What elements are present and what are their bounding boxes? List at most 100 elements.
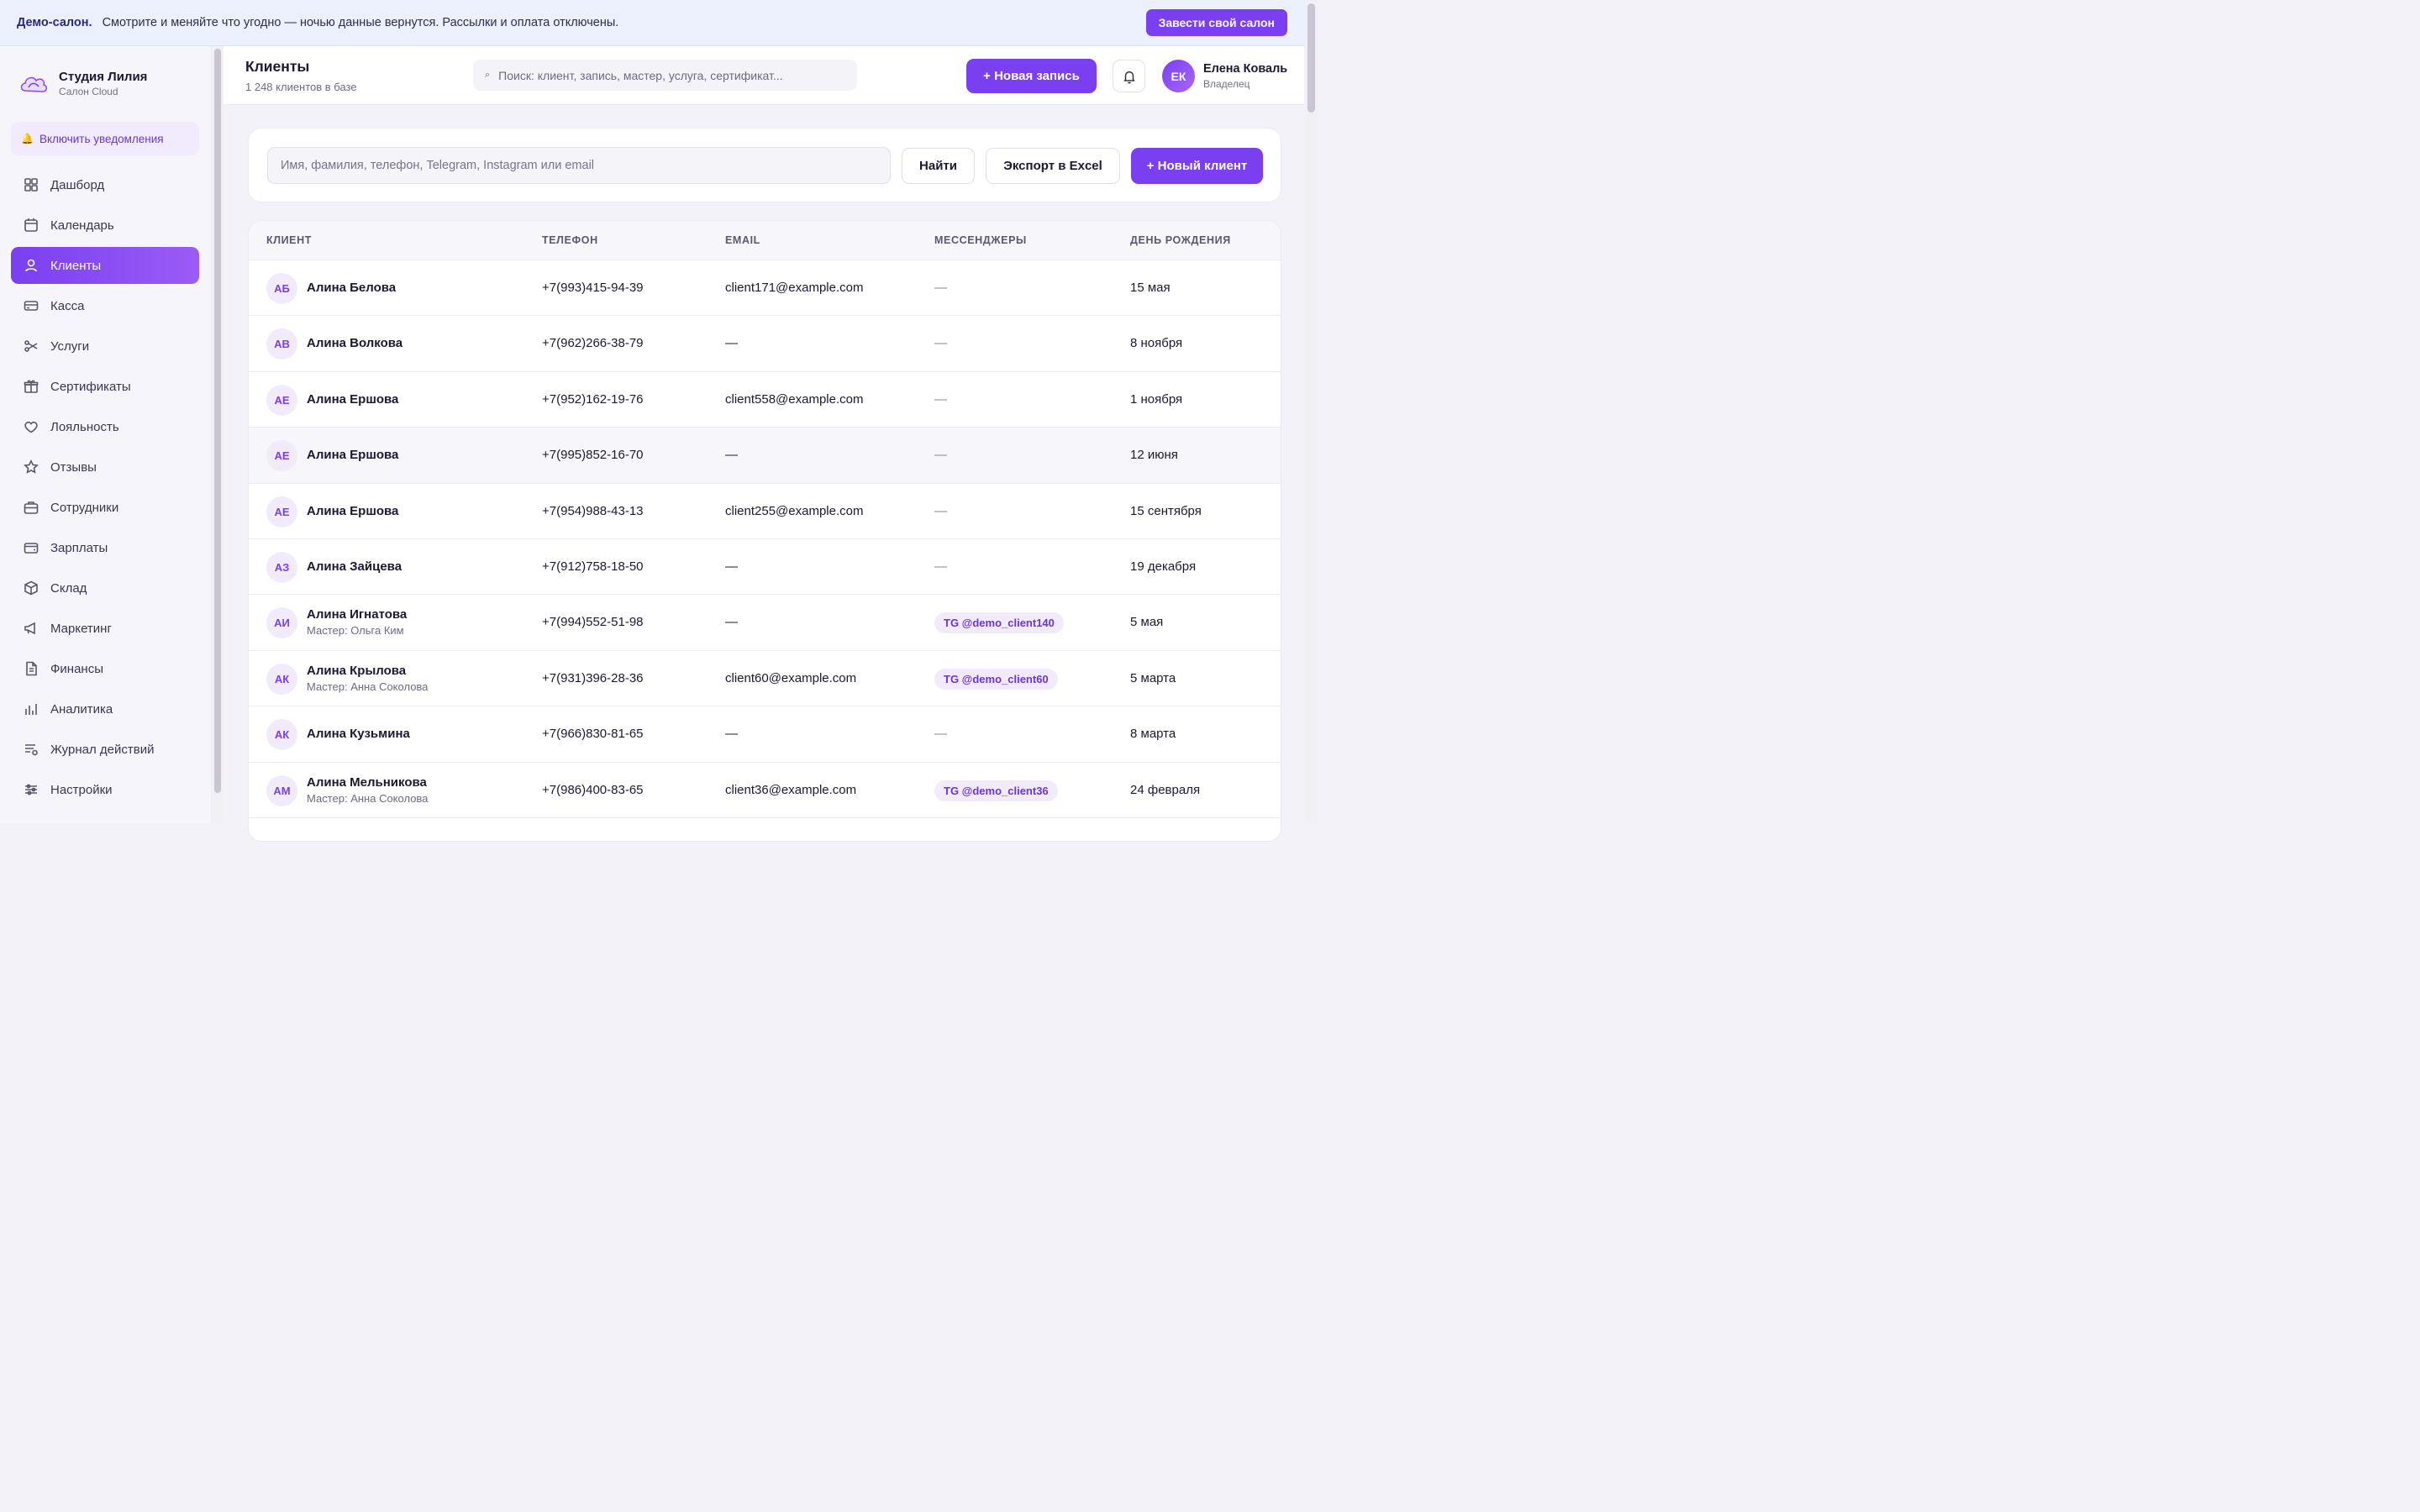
sidebar-item-star[interactable]: Отзывы — [11, 449, 199, 486]
global-search-input[interactable] — [498, 68, 835, 82]
client-name[interactable]: Алина Белова — [307, 281, 396, 295]
telegram-badge[interactable]: TG @demo_client36 — [934, 780, 1058, 801]
client-phone: +7(966)830-81-65 — [542, 727, 644, 742]
sidebar-item-document[interactable]: Финансы — [11, 650, 199, 687]
table-row[interactable]: АК Алина Крылова Мастер: Анна Соколова +7(9… — [249, 651, 1281, 707]
sidebar-scrollbar[interactable] — [214, 49, 221, 793]
page-scroll-track[interactable] — [1305, 0, 1318, 823]
megaphone-icon — [24, 622, 35, 635]
sidebar-item-user[interactable]: Клиенты — [11, 247, 199, 284]
telegram-badge[interactable]: TG @demo_client60 — [934, 668, 1058, 690]
client-initials: АЕ — [266, 496, 297, 528]
sidebar-item-log[interactable]: Журнал действий — [11, 731, 199, 768]
client-name[interactable]: Алина Ершова — [307, 392, 398, 407]
sidebar-item-label: Сертификаты — [50, 379, 131, 394]
column-messengers[interactable]: МЕССЕНДЖЕРЫ — [934, 234, 1027, 246]
notifications-button[interactable] — [1113, 60, 1145, 92]
sidebar-item-box[interactable]: Склад — [11, 570, 199, 606]
sidebar-item-scissors[interactable]: Услуги — [11, 328, 199, 365]
client-search-input[interactable] — [267, 147, 891, 184]
gift-icon — [24, 380, 39, 393]
client-email-empty: — — [725, 559, 738, 574]
client-name[interactable]: Алина Кузьмина — [307, 727, 410, 741]
table-row[interactable]: АВ Алина Волкова +7(962)266-38-79 — — 8 ноябр… — [249, 316, 1281, 372]
table-row[interactable]: АЗ Алина Зайцева +7(912)758-18-50 — — 19 дека… — [249, 539, 1281, 596]
wallet-icon — [24, 543, 39, 554]
enable-notifications-button[interactable]: 🔔 Включить уведомления — [11, 122, 199, 155]
client-name[interactable]: Алина Ершова — [307, 448, 398, 462]
sidebar-item-label: Клиенты — [50, 258, 102, 273]
client-email-empty: — — [725, 336, 738, 351]
client-email: client36@example.com — [725, 782, 857, 797]
client-birthday: 5 мая — [1130, 615, 1164, 630]
table-header: КЛИЕНТ ТЕЛЕФОН EMAIL МЕССЕНДЖЕРЫ ДЕНЬ РО… — [249, 221, 1281, 260]
messenger-empty: — — [934, 448, 947, 463]
client-name[interactable]: Алина Игнатова — [307, 607, 407, 622]
client-name[interactable]: Алина Мельникова — [307, 775, 427, 790]
sidebar-item-bar-chart[interactable]: Аналитика — [11, 690, 199, 727]
brand[interactable]: Студия Лилия Салон Cloud — [18, 70, 147, 97]
table-row[interactable]: АЕ Алина Ершова +7(995)852-16-70 — — 12 июня — [249, 428, 1281, 484]
client-initials: АБ — [266, 273, 297, 304]
demo-banner: Демо-салон. Смотрите и меняйте что угодн… — [0, 0, 1318, 46]
user-name[interactable]: Елена Коваль — [1203, 62, 1287, 76]
sidebar-item-wallet[interactable]: Зарплаты — [11, 529, 199, 566]
client-email: client558@example.com — [725, 391, 864, 407]
client-birthday: 19 декабря — [1130, 559, 1197, 574]
page-scrollbar[interactable] — [1307, 3, 1315, 113]
sidebar-item-sliders[interactable]: Настройки — [11, 771, 199, 808]
client-initials: АВ — [266, 328, 297, 360]
client-master: Мастер: Анна Соколова — [307, 680, 429, 693]
client-initials: АК — [266, 663, 297, 695]
find-button[interactable]: Найти — [902, 148, 975, 184]
sidebar-item-gift[interactable]: Сертификаты — [11, 368, 199, 405]
client-name[interactable]: Алина Крылова — [307, 664, 406, 678]
export-excel-button[interactable]: Экспорт в Excel — [986, 148, 1120, 184]
sidebar-item-grid[interactable]: Дашборд — [11, 166, 199, 203]
demo-text: Смотрите и меняйте что угодно — ночью да… — [102, 16, 619, 29]
sidebar-item-briefcase[interactable]: Сотрудники — [11, 489, 199, 526]
client-email: client60@example.com — [725, 670, 857, 685]
avatar[interactable]: ЕК — [1162, 60, 1195, 92]
brand-sub: Салон Cloud — [59, 86, 118, 97]
new-client-button[interactable]: + Новый клиент — [1131, 148, 1263, 184]
column-client[interactable]: КЛИЕНТ — [266, 234, 312, 246]
table-row[interactable]: АЕ Алина Ершова +7(952)162-19-76 client558@… — [249, 372, 1281, 428]
sidebar: Студия Лилия Салон Cloud 🔔 Включить увед… — [0, 46, 212, 823]
table-row[interactable]: АБ Алина Белова +7(993)415-94-39 client171@… — [249, 260, 1281, 317]
client-master: Мастер: Анна Соколова — [307, 791, 429, 805]
sidebar-item-heart[interactable]: Лояльность — [11, 408, 199, 445]
messenger-empty: — — [934, 559, 947, 574]
heart-icon — [24, 421, 38, 433]
calendar-icon — [24, 218, 38, 232]
table-body: АБ Алина Белова +7(993)415-94-39 client171@… — [249, 260, 1281, 818]
table-row[interactable]: АК Алина Кузьмина +7(966)830-81-65 — — 8 март… — [249, 706, 1281, 763]
log-icon — [25, 744, 38, 756]
table-row[interactable]: АИ Алина Игнатова Мастер: Ольга Ким +7(994)… — [249, 595, 1281, 651]
sidebar-item-calendar[interactable]: Календарь — [11, 207, 199, 244]
client-name[interactable]: Алина Волкова — [307, 336, 402, 350]
sidebar-item-label: Аналитика — [50, 701, 113, 717]
client-phone: +7(931)396-28-36 — [542, 670, 644, 685]
client-phone: +7(952)162-19-76 — [542, 391, 644, 407]
client-email: client171@example.com — [725, 281, 864, 295]
table-row[interactable]: АМ Алина Мельникова Мастер: Анна Соколова +… — [249, 763, 1281, 818]
column-email[interactable]: EMAIL — [725, 234, 760, 246]
global-search[interactable]: ⌕ — [473, 60, 857, 91]
sidebar-item-label: Отзывы — [50, 459, 97, 475]
sidebar-item-label: Журнал действий — [50, 742, 155, 757]
sidebar-item-label: Маркетинг — [50, 621, 112, 636]
filter-card: Найти Экспорт в Excel + Новый клиент — [248, 128, 1281, 202]
sidebar-item-megaphone[interactable]: Маркетинг — [11, 610, 199, 647]
table-row[interactable]: АЕ Алина Ершова +7(954)988-43-13 client255@… — [249, 484, 1281, 539]
column-birthday[interactable]: ДЕНЬ РОЖДЕНИЯ — [1130, 234, 1231, 246]
telegram-badge[interactable]: TG @demo_client140 — [934, 612, 1064, 634]
client-name[interactable]: Алина Зайцева — [307, 559, 402, 574]
bell-icon — [1123, 71, 1135, 83]
create-salon-button[interactable]: Завести свой салон — [1145, 9, 1287, 36]
new-record-button[interactable]: + Новая запись — [966, 59, 1097, 93]
sidebar-item-card[interactable]: Касса — [11, 287, 199, 324]
client-name[interactable]: Алина Ершова — [307, 504, 398, 518]
bar-chart-icon — [25, 704, 37, 715]
column-phone[interactable]: ТЕЛЕФОН — [542, 234, 598, 246]
